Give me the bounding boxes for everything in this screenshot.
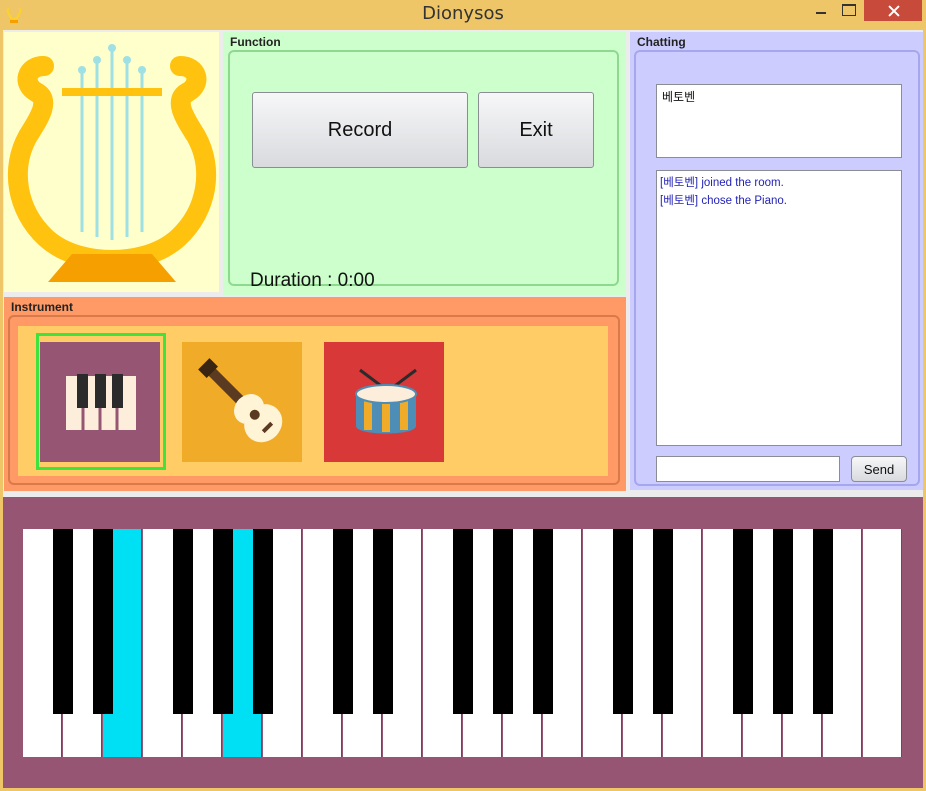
black-key[interactable] <box>333 529 353 714</box>
black-key[interactable] <box>533 529 553 714</box>
black-key[interactable] <box>453 529 473 714</box>
user-list-item[interactable]: 베토벤 <box>662 88 896 105</box>
chat-panel-frame: 베토벤 [베토벤] joined the room. [베토벤] chose t… <box>634 50 920 486</box>
chat-input[interactable] <box>656 456 840 482</box>
selected-instrument-highlight <box>36 333 166 470</box>
drum-icon <box>355 368 417 434</box>
black-key[interactable] <box>773 529 793 714</box>
function-panel: Function Record Exit Duration : 0:00 <box>223 32 626 295</box>
black-key[interactable] <box>213 529 233 714</box>
piano-keyboard[interactable] <box>23 529 903 757</box>
black-key[interactable] <box>613 529 633 714</box>
chat-message: [베토벤] joined the room. <box>660 177 784 189</box>
harp-logo-icon <box>7 44 217 282</box>
black-key[interactable] <box>93 529 113 714</box>
title-bar: Dionysos <box>0 0 926 30</box>
function-panel-title: Function <box>230 35 281 49</box>
black-key[interactable] <box>173 529 193 714</box>
guitar-instrument-button[interactable] <box>182 342 302 462</box>
black-key[interactable] <box>253 529 273 714</box>
app-window: Dionysos Function Record Exit Duration:… <box>0 0 926 791</box>
main-content: Function Record Exit Duration : 0:00 Cha… <box>3 30 923 788</box>
chat-panel-title: Chatting <box>637 35 686 49</box>
black-key[interactable] <box>733 529 753 714</box>
instrument-panel: Instrument <box>4 297 626 491</box>
black-key[interactable] <box>813 529 833 714</box>
chat-message: [베토벤] chose the Piano. <box>660 195 787 207</box>
drum-instrument-button[interactable] <box>324 342 444 462</box>
black-key[interactable] <box>493 529 513 714</box>
chat-panel: Chatting 베토벤 [베토벤] joined the room. [베토벤… <box>630 32 923 490</box>
black-key[interactable] <box>53 529 73 714</box>
send-button[interactable]: Send <box>851 456 907 482</box>
logo-panel <box>4 32 219 292</box>
chat-messages[interactable]: [베토벤] joined the room. [베토벤] chose the P… <box>656 170 902 446</box>
piano-keyboard-area <box>3 497 923 788</box>
function-panel-frame: Record Exit Duration : 0:00 <box>228 50 619 291</box>
user-list[interactable]: 베토벤 <box>656 84 902 158</box>
exit-button[interactable]: Exit <box>478 92 594 168</box>
black-key[interactable] <box>373 529 393 714</box>
black-key[interactable] <box>653 529 673 714</box>
guitar-icon <box>198 358 283 443</box>
window-title: Dionysos <box>422 3 504 24</box>
record-button[interactable]: Record <box>252 92 468 168</box>
minimize-button[interactable] <box>808 0 834 21</box>
instrument-panel-title: Instrument <box>11 300 74 314</box>
duration-label: Duration : 0:00 <box>250 270 375 291</box>
close-button[interactable] <box>864 0 922 21</box>
white-key[interactable] <box>863 529 902 757</box>
maximize-button[interactable] <box>836 0 862 21</box>
